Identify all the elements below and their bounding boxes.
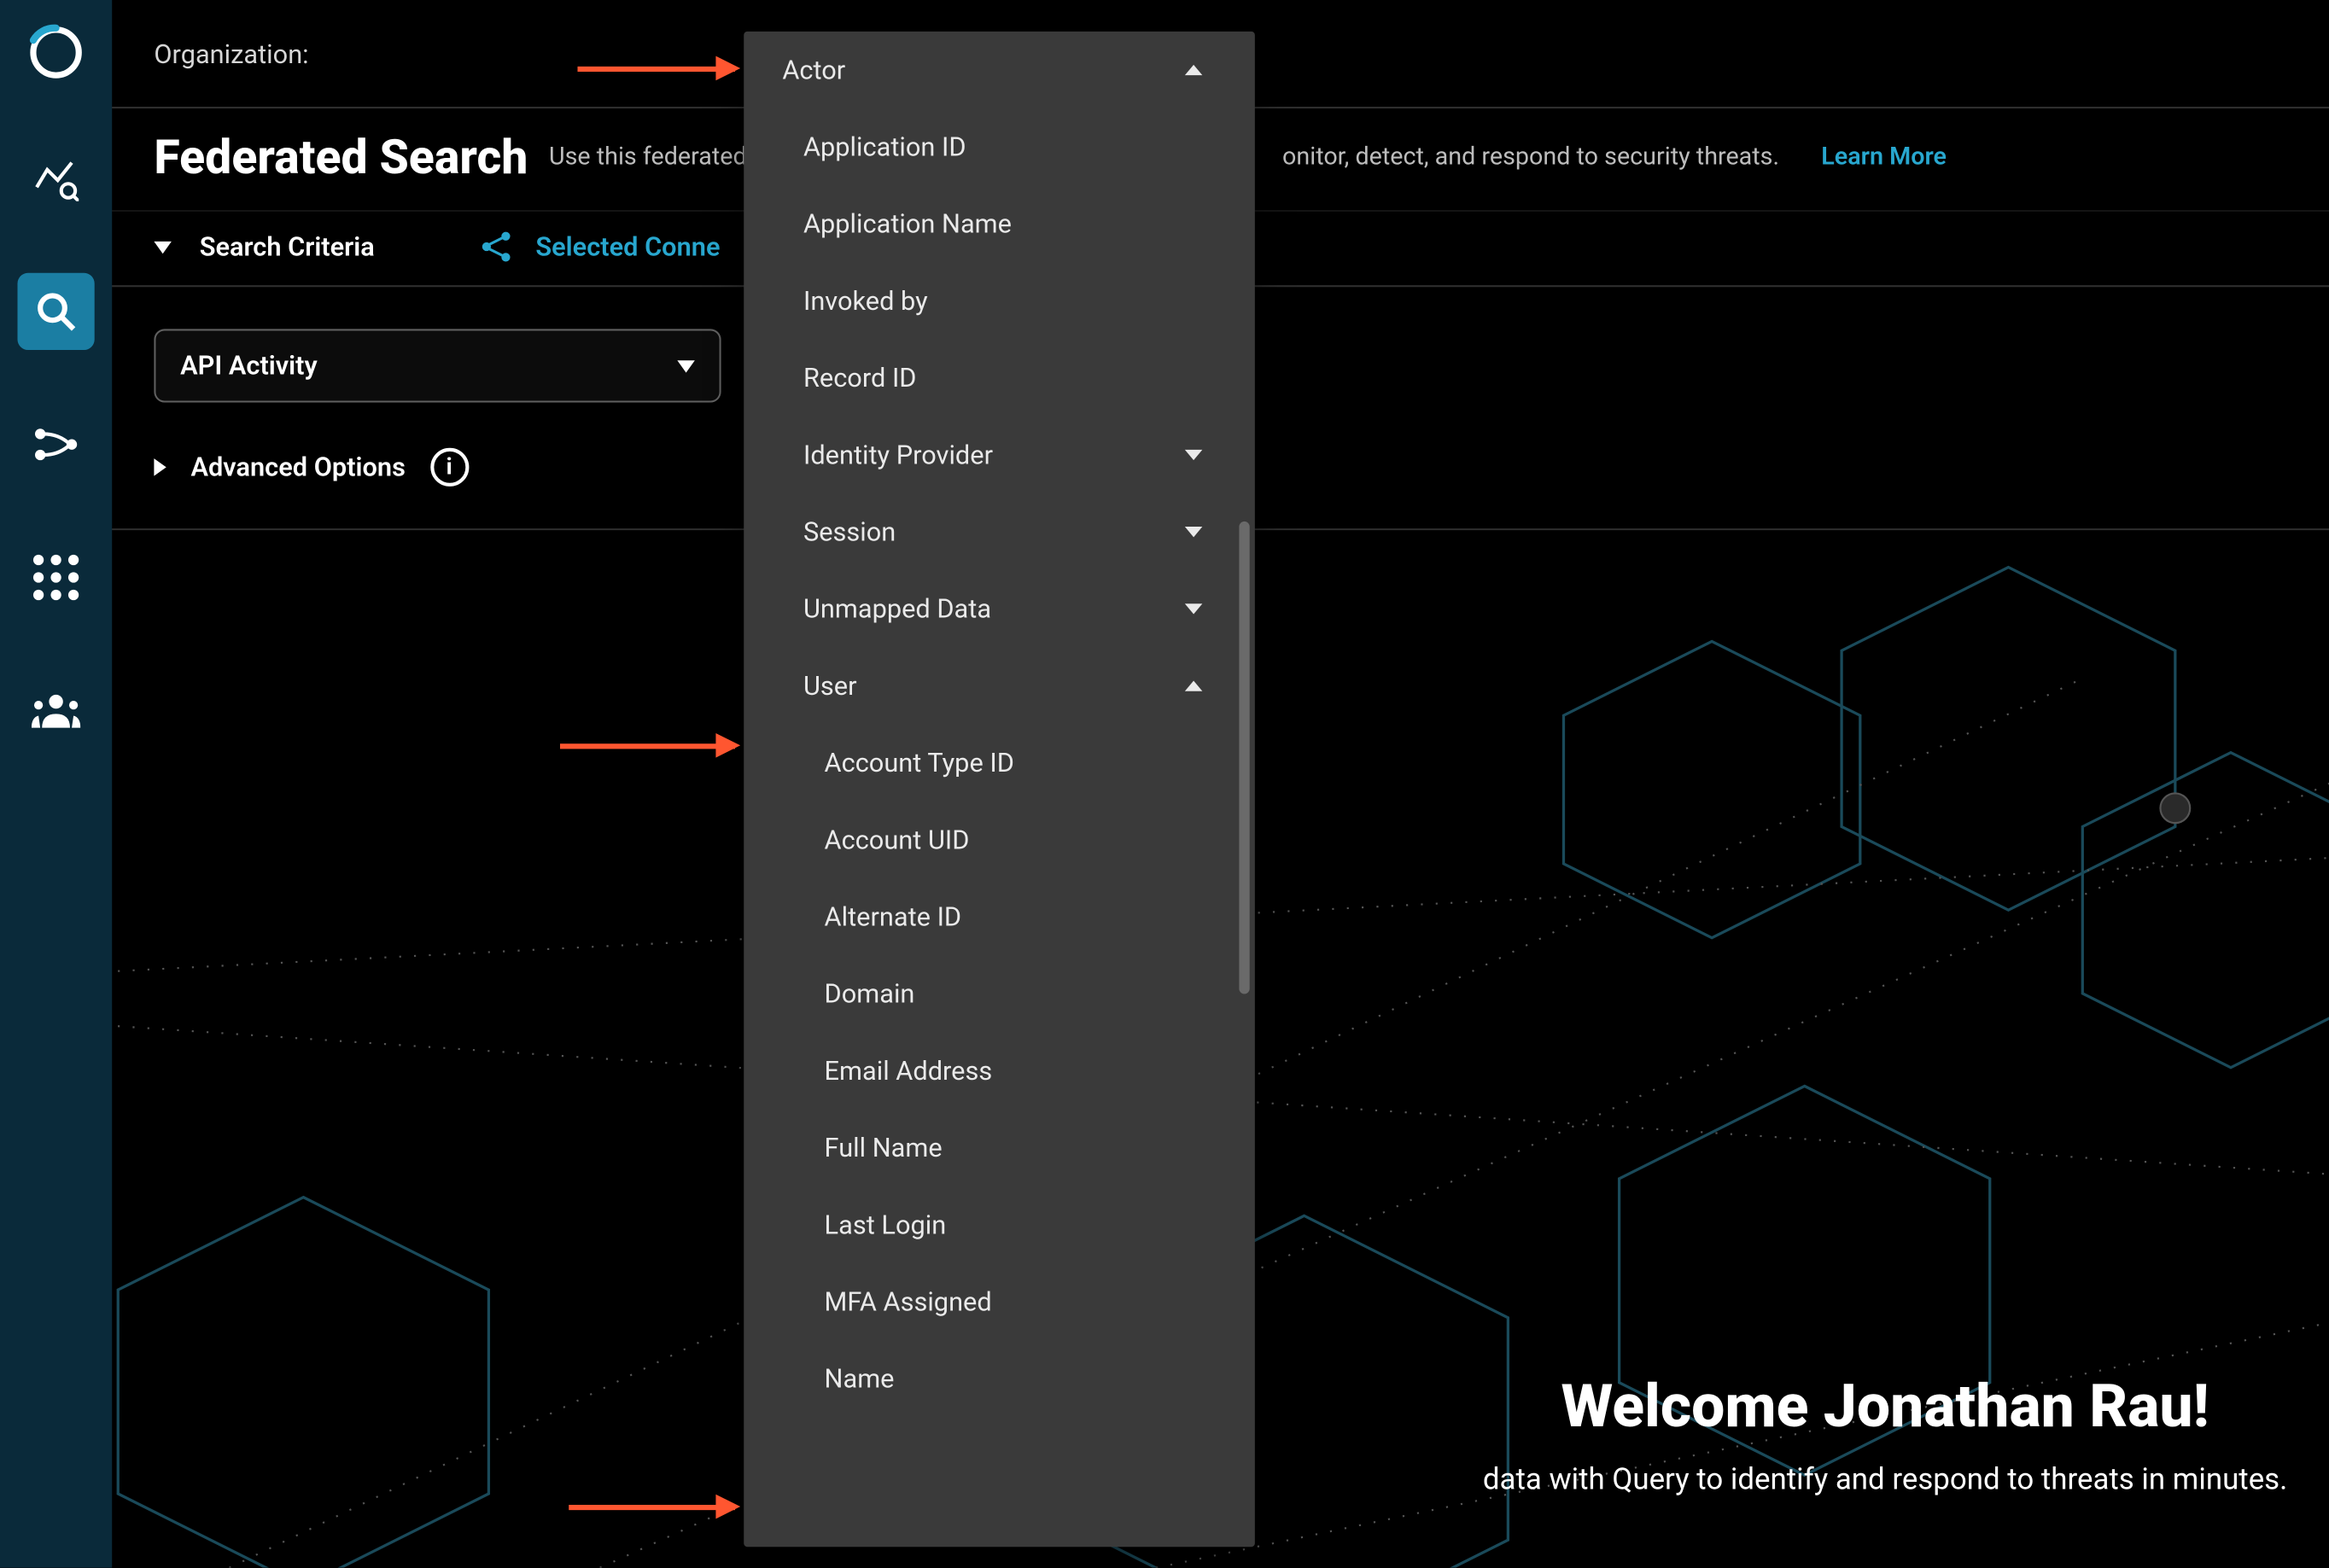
- dropdown-item-alternate-id[interactable]: Alternate ID: [744, 878, 1240, 955]
- dropdown-item-name[interactable]: Name: [744, 1340, 1240, 1417]
- organization-label: Organization:: [154, 38, 308, 69]
- chevron-right-icon: [154, 458, 166, 476]
- page-subtitle-right-fragment: onitor, detect, and respond to security …: [1282, 143, 1779, 172]
- dropdown-item-account-type-id[interactable]: Account Type ID: [744, 725, 1240, 801]
- info-icon[interactable]: i: [430, 448, 469, 487]
- annotation-arrow-user: [560, 743, 735, 749]
- selected-connections-label: Selected Conne: [535, 231, 720, 263]
- welcome-heading: Welcome Jonathan Rau!: [1483, 1372, 2287, 1442]
- nav-search-icon[interactable]: [18, 273, 95, 350]
- dropdown-scrollbar[interactable]: [1239, 522, 1249, 994]
- dropdown-item-application-name[interactable]: Application Name: [744, 185, 1240, 262]
- nav-connections-icon[interactable]: [18, 406, 95, 483]
- field-dropdown: Actor Application ID Application Name In…: [744, 32, 1255, 1547]
- organization-name-redacted: [309, 29, 589, 78]
- app-logo-icon: [25, 21, 88, 85]
- event-class-select[interactable]: API Activity: [154, 329, 721, 402]
- selected-connections-link[interactable]: Selected Conne: [480, 230, 721, 265]
- dropdown-group-identity-provider[interactable]: Identity Provider: [744, 417, 1240, 493]
- dropdown-item-invoked-by[interactable]: Invoked by: [744, 263, 1240, 340]
- welcome-subtext-fragment: data with Query to identify and respond …: [1483, 1463, 2287, 1498]
- dropdown-group-user[interactable]: User: [744, 648, 1240, 725]
- nav-analytics-icon[interactable]: [18, 140, 95, 217]
- chevron-down-icon: [677, 359, 695, 371]
- search-criteria-label: Search Criteria: [200, 231, 375, 263]
- left-sidebar: [0, 0, 112, 1568]
- dropdown-item-last-login[interactable]: Last Login: [744, 1186, 1240, 1263]
- event-class-select-value: API Activity: [180, 350, 318, 382]
- dropdown-item-account-uid[interactable]: Account UID: [744, 801, 1240, 878]
- dropdown-item-email-address[interactable]: Email Address: [744, 1033, 1240, 1110]
- caret-down-icon: [1185, 450, 1203, 460]
- annotation-arrow-name: [569, 1505, 735, 1510]
- dropdown-group-label: Identity Provider: [803, 440, 993, 471]
- dropdown-group-actor[interactable]: Actor: [744, 32, 1240, 108]
- dropdown-group-label: Unmapped Data: [803, 593, 991, 625]
- chevron-down-icon: [154, 241, 172, 253]
- caret-down-icon: [1185, 603, 1203, 614]
- caret-up-icon: [1185, 680, 1203, 691]
- dropdown-group-label: Session: [803, 516, 896, 548]
- welcome-block: Welcome Jonathan Rau! data with Query to…: [1483, 1372, 2287, 1498]
- dropdown-group-session[interactable]: Session: [744, 493, 1240, 570]
- field-dropdown-scroll[interactable]: Actor Application ID Application Name In…: [744, 32, 1240, 1547]
- caret-up-icon: [1185, 65, 1203, 75]
- dropdown-item-application-id[interactable]: Application ID: [744, 108, 1240, 185]
- page-subtitle-left-fragment: Use this federated: [549, 143, 747, 172]
- dropdown-item-domain[interactable]: Domain: [744, 955, 1240, 1032]
- dropdown-item-record-id[interactable]: Record ID: [744, 340, 1240, 417]
- dropdown-group-unmapped-data[interactable]: Unmapped Data: [744, 570, 1240, 647]
- advanced-options-label: Advanced Options: [190, 452, 405, 483]
- dropdown-item-mfa-assigned[interactable]: MFA Assigned: [744, 1263, 1240, 1340]
- page-title: Federated Search: [154, 130, 528, 186]
- nav-users-icon[interactable]: [18, 672, 95, 749]
- nav-apps-icon[interactable]: [18, 539, 95, 615]
- learn-more-link[interactable]: Learn More: [1821, 143, 1947, 172]
- dropdown-item-full-name[interactable]: Full Name: [744, 1110, 1240, 1186]
- annotation-arrow-actor: [578, 67, 736, 72]
- share-icon: [480, 230, 515, 265]
- dropdown-group-label: Actor: [782, 55, 845, 86]
- dropdown-group-label: User: [803, 670, 857, 702]
- caret-down-icon: [1185, 527, 1203, 537]
- search-criteria-toggle[interactable]: Search Criteria: [154, 231, 374, 263]
